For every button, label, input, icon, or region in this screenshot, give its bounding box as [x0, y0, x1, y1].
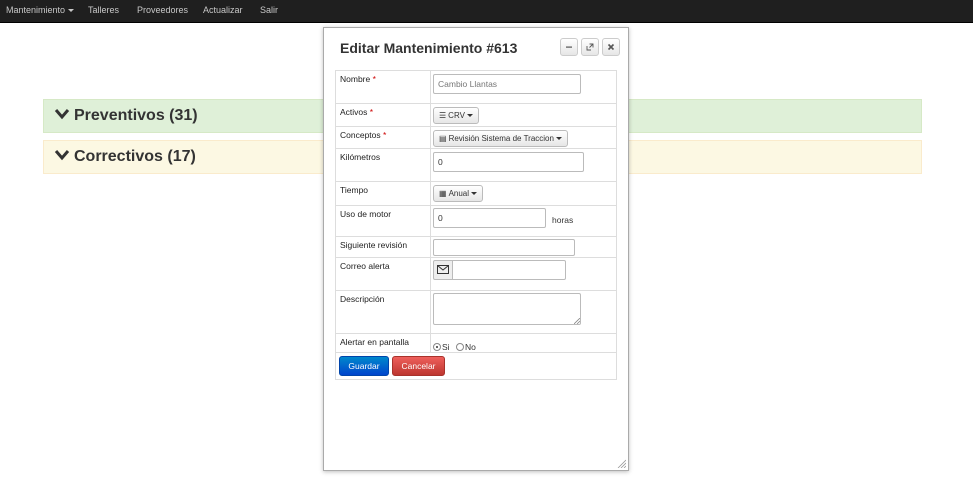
alertar-label: Alertar en pantalla [340, 337, 409, 347]
minimize-icon [566, 46, 572, 48]
restore-button[interactable] [581, 38, 599, 56]
tiempo-label: Tiempo [340, 185, 369, 195]
caret-down-icon [68, 9, 75, 13]
tiempo-value: Anual [448, 189, 470, 198]
correctivos-title: Correctivos (17) [74, 148, 196, 165]
row-kilometros: Kilómetros 0 [336, 149, 616, 182]
envelope-icon [437, 265, 449, 274]
radio-no-label: No [465, 341, 476, 352]
siguiente-revision-input[interactable] [433, 239, 575, 256]
preventivos-title: Preventivos (31) [74, 107, 198, 124]
calendar-icon: ▦ [439, 189, 447, 198]
dialog-resize-grip-icon[interactable] [617, 459, 626, 468]
row-descripcion: Descripción [336, 291, 616, 334]
radio-si-label: Si [442, 341, 450, 352]
correo-alerta-input[interactable] [452, 260, 566, 280]
activos-label: Activos * [340, 107, 374, 117]
row-buttons: Guardar Cancelar [336, 353, 616, 379]
nombre-label: Nombre * [340, 74, 376, 84]
kilometros-input[interactable]: 0 [433, 152, 584, 172]
row-activos: Activos * ☰ CRV [336, 104, 616, 127]
nav-mantenimiento-label: Mantenimiento [6, 5, 66, 15]
envelope-addon [433, 260, 453, 280]
nav-mantenimiento[interactable]: Mantenimiento [6, 0, 75, 22]
close-icon [607, 43, 615, 50]
nav-proveedores[interactable]: Proveedores [137, 0, 188, 22]
chevron-down-icon [54, 108, 70, 120]
save-button[interactable]: Guardar [339, 356, 389, 376]
row-siguiente-revision: Siguiente revisión [336, 237, 616, 258]
edit-maintenance-dialog: Editar Mantenimiento #613 Nombre * Cambi… [323, 27, 629, 471]
radio-si[interactable] [433, 342, 441, 351]
maintenance-form: Nombre * Cambio Llantas Activos * ☰ CRV C… [335, 70, 617, 380]
descripcion-label: Descripción [340, 294, 385, 304]
nav-actualizar[interactable]: Actualizar [203, 0, 243, 22]
close-button[interactable] [602, 38, 620, 56]
uso-motor-label: Uso de motor [340, 209, 392, 219]
conceptos-value: Revisión Sistema de Traccion [448, 134, 554, 143]
conceptos-label: Conceptos * [340, 130, 387, 140]
row-alertar: Alertar en pantalla Si No [336, 334, 616, 353]
restore-icon [586, 43, 594, 51]
uso-motor-suffix: horas [552, 215, 574, 225]
caret-down-icon [466, 114, 473, 118]
tiempo-dropdown[interactable]: ▦ Anual [433, 185, 484, 202]
activos-dropdown[interactable]: ☰ CRV [433, 107, 479, 124]
siguiente-revision-label: Siguiente revisión [340, 240, 408, 250]
activos-value: CRV [448, 111, 465, 120]
dialog-title: Editar Mantenimiento #613 [340, 40, 518, 56]
radio-no[interactable] [456, 342, 465, 351]
row-uso-motor: Uso de motor 0 horas [336, 206, 616, 237]
nav-salir[interactable]: Salir [260, 0, 278, 22]
caret-down-icon [555, 137, 562, 141]
row-tiempo: Tiempo ▦ Anual [336, 182, 616, 206]
correo-alerta-label: Correo alerta [340, 261, 390, 271]
cancel-button[interactable]: Cancelar [392, 356, 445, 376]
list-icon: ☰ [439, 111, 447, 120]
row-conceptos: Conceptos * ▤ Revisión Sistema de Traccio… [336, 127, 616, 149]
uso-motor-input[interactable]: 0 [433, 208, 546, 228]
chevron-down-icon [54, 149, 70, 161]
nombre-input[interactable]: Cambio Llantas [433, 74, 581, 94]
row-nombre: Nombre * Cambio Llantas [336, 71, 616, 104]
conceptos-dropdown[interactable]: ▤ Revisión Sistema de Traccion [433, 130, 568, 147]
card-icon: ▤ [439, 134, 447, 143]
descripcion-textarea[interactable] [433, 293, 581, 325]
kilometros-label: Kilómetros [340, 152, 381, 162]
minimize-button[interactable] [560, 38, 578, 56]
row-correo-alerta: Correo alerta [336, 258, 616, 291]
top-navbar: Mantenimiento Talleres Proveedores Actua… [0, 0, 973, 23]
nav-talleres[interactable]: Talleres [88, 0, 119, 22]
resize-handle-icon[interactable] [574, 318, 580, 324]
caret-down-icon [471, 192, 478, 196]
